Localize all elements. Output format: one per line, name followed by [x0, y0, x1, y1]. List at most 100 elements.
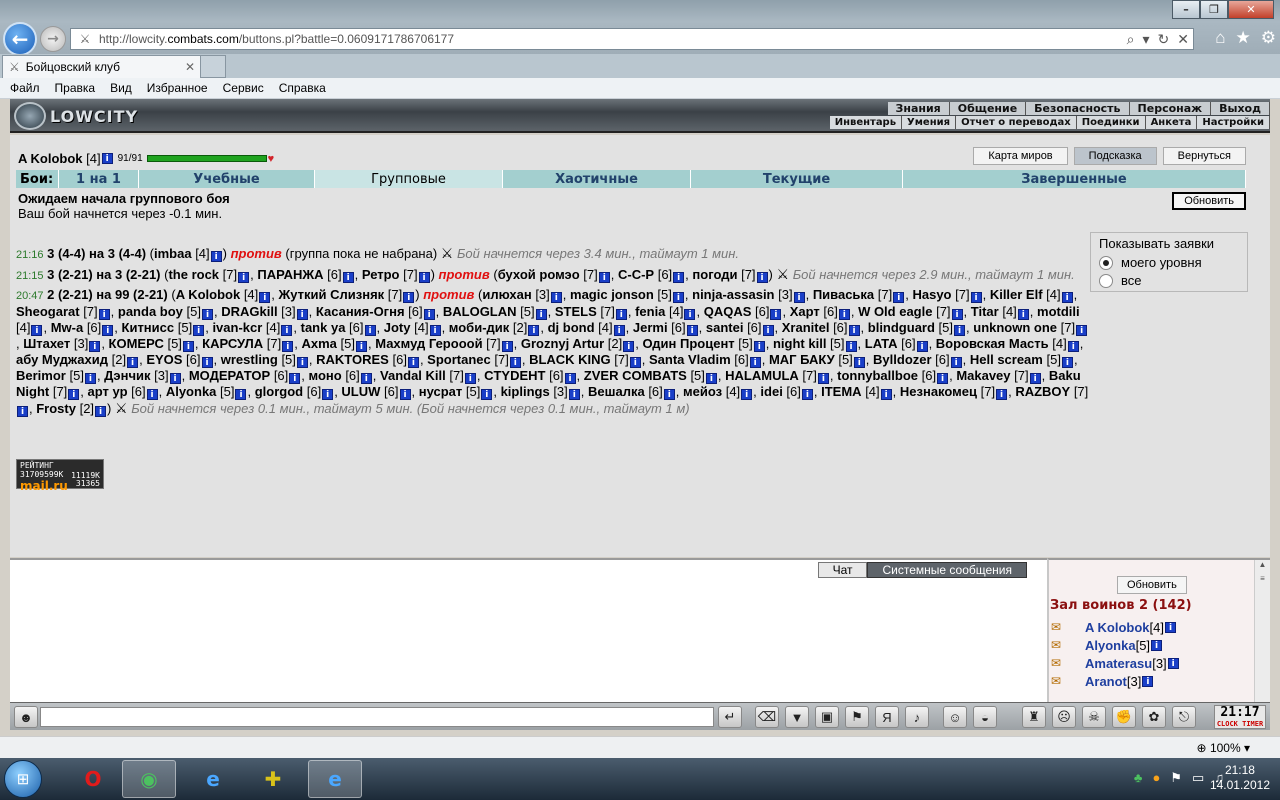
player-name[interactable]: илюхан	[482, 287, 531, 302]
info-icon[interactable]: i	[360, 373, 372, 384]
player-name[interactable]: Frosty	[36, 401, 76, 416]
user-row[interactable]: ✉ A Kolobok [4] i	[1051, 618, 1180, 636]
translit-icon[interactable]: Я	[875, 706, 899, 728]
player-name[interactable]: Hell scream	[970, 352, 1043, 367]
info-icon[interactable]: i	[1017, 309, 1029, 320]
info-icon[interactable]: i	[817, 373, 829, 384]
player-name[interactable]: Махмуд Герооой	[375, 336, 482, 351]
minimize-button[interactable]: –	[1172, 0, 1200, 19]
user-name[interactable]: Alyonka	[1085, 638, 1136, 653]
nav-knowledge[interactable]: Знания	[887, 102, 950, 115]
player-name[interactable]: W Old eagle	[858, 304, 932, 319]
site-logo[interactable]: LOWCITY	[14, 102, 138, 130]
player-name[interactable]: Китнисс	[122, 320, 175, 335]
ie-active-app-icon[interactable]: e	[308, 760, 362, 798]
player-name[interactable]: Жуткий Слизняк	[279, 287, 385, 302]
info-icon[interactable]: i	[1061, 357, 1073, 368]
player-name[interactable]: motdili	[1037, 304, 1080, 319]
nav-character[interactable]: Персонаж	[1129, 102, 1212, 115]
player-name[interactable]: погоди	[692, 267, 737, 282]
send-icon[interactable]: ↵	[718, 706, 742, 728]
browser-tab[interactable]: ⚔ Бойцовский клуб ✕	[2, 55, 226, 78]
player-name[interactable]: LATA	[865, 336, 898, 351]
private-message-icon[interactable]: ✉	[1051, 638, 1075, 652]
player-name[interactable]: Xranitel	[782, 320, 830, 335]
return-button[interactable]: Вернуться	[1162, 147, 1246, 165]
player-name[interactable]: Hasyo	[912, 287, 951, 302]
player-name[interactable]: Незнакомец	[900, 384, 977, 399]
info-icon[interactable]: i	[663, 389, 675, 400]
player-name[interactable]: tank ya	[301, 320, 346, 335]
info-icon[interactable]: i	[1164, 621, 1176, 633]
join-swords-icon[interactable]: ⚔	[441, 245, 454, 261]
user-row[interactable]: ✉ Alyonka [5] i	[1051, 636, 1180, 654]
info-icon[interactable]: i	[355, 341, 367, 352]
info-icon[interactable]: i	[598, 272, 610, 283]
player-name[interactable]: Alyonka	[166, 384, 217, 399]
player-name[interactable]: RAKTORES	[316, 352, 389, 367]
menu-file[interactable]: Файл	[10, 81, 40, 95]
info-icon[interactable]: i	[880, 389, 892, 400]
player-name[interactable]: Vandal Kill	[380, 368, 446, 383]
player-name[interactable]: моно	[309, 368, 342, 383]
info-icon[interactable]: i	[950, 357, 962, 368]
info-icon[interactable]: i	[793, 292, 805, 303]
info-icon[interactable]: i	[838, 309, 850, 320]
nav-communication[interactable]: Общение	[949, 102, 1027, 115]
info-icon[interactable]: i	[623, 341, 635, 352]
nav-security[interactable]: Безопасность	[1026, 102, 1130, 115]
player-name[interactable]: Касания-Огня	[316, 304, 405, 319]
info-icon[interactable]: i	[169, 373, 181, 384]
info-icon[interactable]: i	[686, 325, 698, 336]
tab-one-on-one[interactable]: 1 на 1	[59, 170, 139, 188]
player-name[interactable]: QAQAS	[704, 304, 752, 319]
info-icon[interactable]: i	[741, 389, 753, 400]
info-icon[interactable]: i	[970, 292, 982, 303]
info-icon[interactable]: i	[259, 292, 271, 303]
info-icon[interactable]: i	[1076, 325, 1088, 336]
eraser-icon[interactable]: ⌫	[755, 706, 779, 728]
rating-counter[interactable]: РЕЙТИНГ 31709599K mail.ru 11119K 31365	[16, 459, 104, 493]
player-name[interactable]: абу Муджахид	[16, 352, 108, 367]
info-icon[interactable]: i	[672, 292, 684, 303]
tab-training[interactable]: Учебные	[139, 170, 315, 188]
join-swords-icon[interactable]: ⚔	[777, 266, 790, 282]
info-icon[interactable]: i	[342, 272, 354, 283]
player-name[interactable]: night kill	[773, 336, 826, 351]
info-icon[interactable]: i	[705, 373, 717, 384]
address-bar[interactable]: ⚔ http://lowcity. combats.com/buttons.pl?…	[70, 28, 1194, 50]
info-icon[interactable]: i	[535, 309, 547, 320]
bottle-icon[interactable]: ♜	[1022, 706, 1046, 728]
info-icon[interactable]: i	[289, 373, 301, 384]
info-icon[interactable]: i	[31, 325, 43, 336]
player-name[interactable]: Mw-a	[51, 320, 84, 335]
info-icon[interactable]: i	[146, 389, 158, 400]
info-icon[interactable]: i	[17, 406, 28, 417]
info-icon[interactable]: i	[845, 341, 857, 352]
info-icon[interactable]: i	[1167, 657, 1179, 669]
player-name[interactable]: panda boy	[118, 304, 183, 319]
player-name[interactable]: КОМЕРС	[109, 336, 164, 351]
player-name[interactable]: Ретро	[362, 267, 400, 282]
player-name[interactable]: wrestling	[221, 352, 278, 367]
info-icon[interactable]: i	[193, 325, 205, 336]
forward-button[interactable]: →	[40, 26, 66, 52]
player-name[interactable]: unknown one	[973, 320, 1057, 335]
player-name[interactable]: Штахет	[23, 336, 70, 351]
fist-icon[interactable]: ✊	[1112, 706, 1136, 728]
player-name[interactable]: RAZBOY	[1015, 384, 1070, 399]
info-icon[interactable]: i	[403, 292, 415, 303]
home-icon[interactable]: ⌂	[1215, 28, 1225, 48]
favorites-star-icon[interactable]: ★	[1236, 28, 1251, 48]
player-name[interactable]: Titar	[971, 304, 999, 319]
player-name[interactable]: Один Процент	[643, 336, 735, 351]
info-icon[interactable]: i	[501, 341, 513, 352]
player-name[interactable]: blindguard	[868, 320, 935, 335]
player-name[interactable]: tonnyballboe	[837, 368, 918, 383]
player-name[interactable]: Sportanec	[427, 352, 491, 367]
player-name[interactable]: мейоз	[683, 384, 722, 399]
info-icon[interactable]: i	[282, 341, 294, 352]
player-name[interactable]: Makavey	[956, 368, 1010, 383]
nav-inventory[interactable]: Инвентарь	[829, 116, 903, 129]
info-icon[interactable]: i	[893, 292, 905, 303]
